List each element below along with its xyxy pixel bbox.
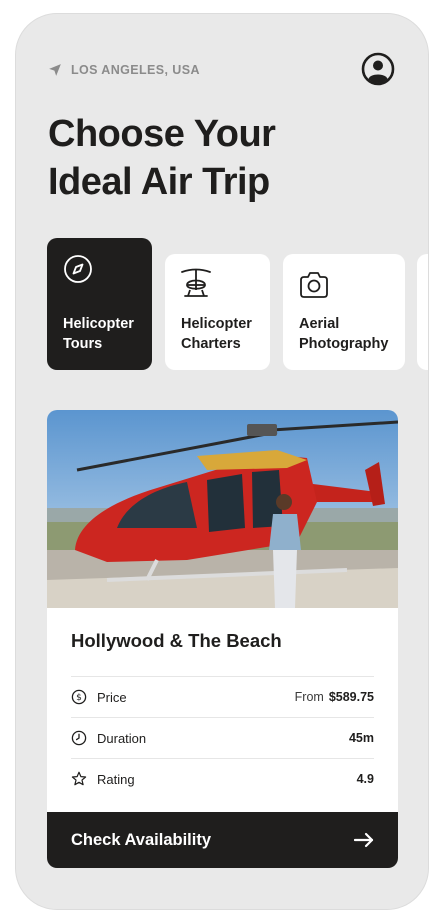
category-aerial-photography[interactable]: Aerial Photography: [283, 254, 405, 370]
helicopter-icon: [181, 268, 211, 297]
arrow-right-icon: [354, 832, 374, 848]
category-helicopter-charters[interactable]: Helicopter Charters: [165, 254, 270, 370]
price-prefix: From: [294, 690, 324, 704]
page-title: Choose Your Ideal Air Trip: [48, 110, 378, 206]
duration-value: 45m: [348, 731, 374, 745]
category-label: Helicopter Tours: [63, 314, 134, 354]
price-value: From $589.75: [295, 690, 374, 704]
info-row-duration: Duration 45m: [71, 717, 374, 758]
helicopter-photo: [47, 410, 398, 608]
category-helicopter-tours[interactable]: Helicopter Tours: [47, 238, 152, 370]
user-circle-icon[interactable]: [361, 52, 395, 86]
star-icon: [71, 771, 87, 786]
dollar-icon: $: [71, 689, 87, 705]
rating-value: 4.9: [356, 772, 374, 786]
category-label: Aerial Photography: [299, 314, 388, 354]
category-label-line: Helicopter: [63, 316, 134, 332]
title-line-2: Ideal Air Trip: [48, 161, 270, 203]
check-availability-button[interactable]: Check Availability: [47, 812, 398, 868]
tour-card[interactable]: Hollywood & The Beach $ Price From $589.7…: [47, 410, 398, 868]
compass-icon: [64, 255, 92, 283]
category-label-line: Charters: [181, 336, 241, 352]
category-label: Helicopter Charters: [181, 314, 252, 354]
row-label: Duration: [97, 730, 147, 746]
category-label-line: Photography: [299, 336, 389, 352]
phone-screen: LOS ANGELES, USA Choose Your Ideal Air T…: [15, 13, 429, 910]
cta-label: Check Availability: [71, 830, 212, 849]
location-indicator[interactable]: LOS ANGELES, USA: [48, 61, 200, 79]
camera-icon: [300, 272, 328, 298]
location-label: LOS ANGELES, USA: [71, 63, 200, 77]
clock-icon: [71, 730, 87, 746]
category-card-more[interactable]: [417, 254, 428, 370]
category-label-line: Tours: [63, 336, 103, 352]
navigation-arrow-icon: [49, 64, 61, 76]
title-line-1: Choose Your: [48, 113, 276, 155]
svg-text:$: $: [76, 693, 82, 703]
info-row-rating: Rating 4.9: [71, 758, 374, 799]
row-label: Rating: [97, 771, 135, 787]
category-label-line: Helicopter: [181, 316, 252, 332]
category-label-line: Aerial: [299, 316, 340, 332]
price-amount: $589.75: [328, 690, 374, 704]
row-label: Price: [97, 689, 127, 705]
info-row-price: $ Price From $589.75: [71, 676, 374, 717]
tour-title: Hollywood & The Beach: [71, 630, 282, 651]
